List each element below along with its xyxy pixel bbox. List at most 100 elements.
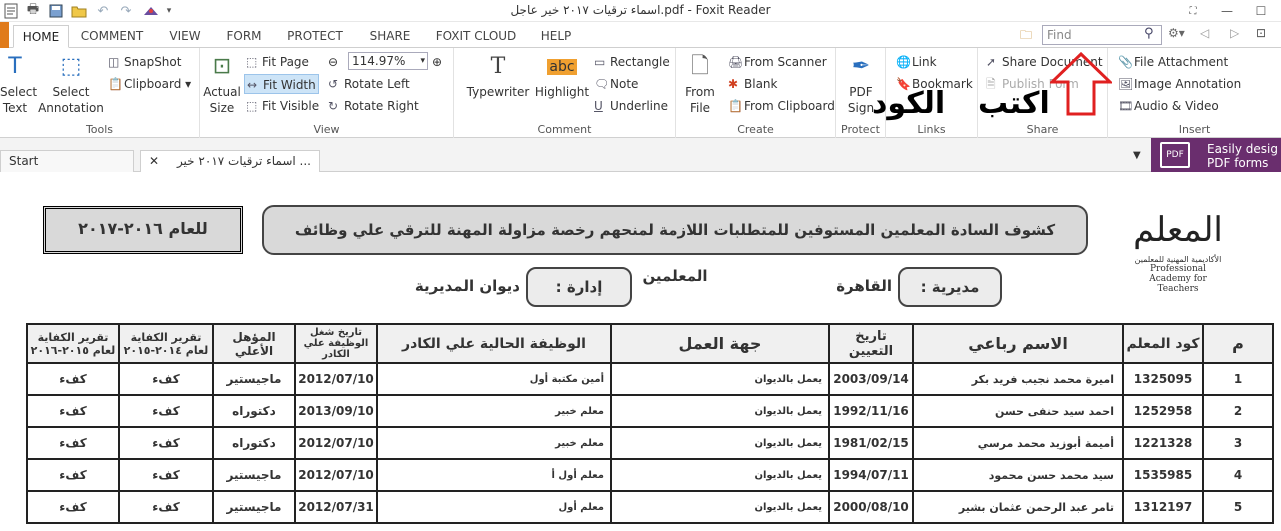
file-attachment-label: File Attachment (1134, 55, 1229, 69)
menu-bar: HOME COMMENT VIEW FORM PROTECT SHARE FOX… (0, 22, 1281, 48)
note-label: Note (610, 77, 639, 91)
from-clipboard-button[interactable]: 📋From Clipboard (728, 96, 835, 116)
cell-index: 1 (1202, 362, 1274, 396)
next-arrow-icon[interactable]: ▷ (1230, 26, 1239, 40)
tab-foxit-cloud[interactable]: FOXIT CLOUD (428, 25, 524, 48)
cell-report-2016: كفء (26, 458, 120, 492)
zoom-select[interactable]: 114.97% ▾ (348, 52, 428, 70)
cell-index: 3 (1202, 426, 1274, 460)
tab-protect[interactable]: PROTECT (280, 25, 350, 48)
from-scanner-button[interactable]: 🖨From Scanner (728, 52, 827, 72)
note-button[interactable]: 🗨Note (594, 74, 638, 94)
rotate-left-icon: ↺ (328, 77, 339, 91)
highlight-button[interactable]: abc Highlight (532, 52, 592, 100)
blank-page-icon: ✱ (728, 77, 739, 91)
typewriter-label: Typewriter (466, 85, 530, 99)
image-annotation-button[interactable]: 🖼Image Annotation (1118, 74, 1241, 94)
zoom-in-icon[interactable]: ⊕ (432, 52, 442, 72)
fit-page-icon: ⬚ (246, 55, 258, 69)
scanner-icon: 🖨 (728, 55, 744, 69)
typewriter-button[interactable]: T Typewriter (466, 52, 530, 100)
cell-name: سيد محمد حسن محمود (912, 458, 1124, 492)
tab-comment[interactable]: COMMENT (75, 25, 149, 48)
share-arrow-icon: ➚ (986, 55, 997, 69)
cell-current-job: أمين مكتبة أول (376, 362, 612, 396)
pdf-sign-label: PDF Sign (847, 85, 875, 115)
expand-panel-icon[interactable]: ⊡ (1256, 26, 1266, 40)
table-header-row: م كود المعلم الاسم رباعي تاريخ التعيين ج… (26, 323, 1274, 364)
actual-size-icon: ⊡ (212, 54, 232, 79)
cell-current-job: معلم أول (376, 490, 612, 524)
zoom-dropdown-icon: ▾ (420, 56, 425, 66)
underline-button[interactable]: U Underline (594, 96, 668, 116)
link-button[interactable]: 🌐Link (896, 52, 937, 72)
from-file-button[interactable]: 🗋 From File (682, 52, 718, 116)
create-group: 🗋 From File 🖨From Scanner ✱ Blank 📋From C… (676, 48, 836, 138)
rectangle-button[interactable]: ▭ Rectangle (594, 52, 670, 72)
cell-current-job: معلم خبير (376, 394, 612, 428)
tab-view[interactable]: VIEW (160, 25, 210, 48)
cell-current-job: معلم خبير (376, 426, 612, 460)
settings-gear-icon[interactable]: ⚙▾ (1168, 26, 1185, 40)
cell-report-2016: كفء (26, 362, 120, 396)
rotate-right-button[interactable]: ↻ Rotate Right (328, 96, 419, 116)
image-icon: 🖼 (1118, 77, 1134, 91)
logo-arabic-mark: المعلم (1133, 210, 1223, 250)
tab-start[interactable]: Start (0, 150, 134, 172)
file-attachment-button[interactable]: 📎File Attachment (1118, 52, 1228, 72)
col-header-report-2016: تقرير الكفاية لعام ٢٠١٥-٢٠١٦ (26, 323, 120, 364)
col-header-code: كود المعلم (1122, 323, 1204, 364)
cell-code: 1312197 (1122, 490, 1204, 524)
view-group: ⊡ Actual Size ⬚ Fit Page ↔ Fit Width ⬚ Fit … (200, 48, 454, 138)
select-annotation-button[interactable]: ⬚ Select Annotation (36, 52, 106, 116)
globe-link-icon: 🌐 (896, 55, 911, 69)
tab-home[interactable]: HOME (13, 25, 69, 48)
tab-document[interactable]: ✕ ... اسماء ترقيات ٢٠١٧ خير (140, 150, 320, 172)
ribbon-options-icon[interactable]: ⛶ (1178, 0, 1208, 22)
tab-list-dropdown-icon[interactable]: ▼ (1133, 150, 1141, 161)
red-up-arrow-icon (1050, 52, 1112, 116)
academy-logo: المعلم الأكاديمية المهنية للمعلمين Profe… (1128, 205, 1228, 295)
maximize-button[interactable]: ☐ (1246, 0, 1276, 22)
actual-size-button[interactable]: ⊡ Actual Size (202, 52, 242, 116)
previous-arrow-icon[interactable]: ◁ (1200, 26, 1209, 40)
tab-help[interactable]: HELP (532, 25, 580, 48)
cell-name: احمد سيد حنفى حسن (912, 394, 1124, 428)
select-text-label: Select Text (0, 85, 38, 115)
search-icon[interactable]: ⚲ (1144, 26, 1154, 41)
close-tab-icon[interactable]: ✕ (149, 151, 159, 171)
clipboard-create-icon: 📋 (728, 99, 743, 113)
cell-current-job: معلم أول أ (376, 458, 612, 492)
table-row: 1 1325095 اميرة محمد نجيب فريد بكر 2003/… (26, 362, 1274, 396)
col-header-qualification: المؤهل الأعلي (212, 323, 296, 364)
file-menu-button[interactable] (0, 22, 9, 48)
cell-index: 2 (1202, 394, 1274, 428)
snapshot-button[interactable]: ◫ SnapShot (108, 52, 181, 72)
minimize-button[interactable]: — (1212, 0, 1242, 22)
year-box: للعام ٢٠١٦-٢٠١٧ (43, 206, 243, 254)
select-text-button[interactable]: T Select Text (0, 52, 37, 116)
typewriter-icon: T (490, 54, 506, 79)
tab-form[interactable]: FORM (218, 25, 270, 48)
teachers-table: م كود المعلم الاسم رباعي تاريخ التعيين ج… (26, 323, 1274, 524)
film-icon: 🎞 (1118, 99, 1134, 113)
blank-button[interactable]: ✱ Blank (728, 74, 777, 94)
fit-width-button[interactable]: ↔ Fit Width (244, 74, 319, 94)
cell-report-2015: كفء (118, 426, 214, 460)
fit-page-button[interactable]: ⬚ Fit Page (246, 52, 309, 72)
zoom-out-icon[interactable]: ⊖ (328, 52, 338, 72)
col-header-index: م (1202, 323, 1274, 364)
title-bar: 🖶 ↶ ↷ ▾ اسماء ترقيات ٢٠١٧ خير عاجل.pdf -… (0, 0, 1281, 22)
folder-search-icon[interactable]: 🗀 (1020, 26, 1032, 47)
tab-start-label: Start (9, 154, 39, 168)
cell-report-2016: كفء (26, 490, 120, 524)
rotate-left-button[interactable]: ↺ Rotate Left (328, 74, 410, 94)
tab-share[interactable]: SHARE (362, 25, 418, 48)
audio-video-button[interactable]: 🎞Audio & Video (1118, 96, 1219, 116)
document-tab-bar: Start ✕ ... اسماء ترقيات ٢٠١٧ خير ▼ (0, 138, 1281, 172)
comment-group-label: Comment (537, 123, 592, 136)
fit-visible-button[interactable]: ⬚ Fit Visible (246, 96, 319, 116)
clipboard-button[interactable]: 📋Clipboard ▾ (108, 74, 191, 94)
cell-name: اميرة محمد نجيب فريد بكر (912, 362, 1124, 396)
from-clipboard-label: From Clipboard (744, 99, 835, 113)
